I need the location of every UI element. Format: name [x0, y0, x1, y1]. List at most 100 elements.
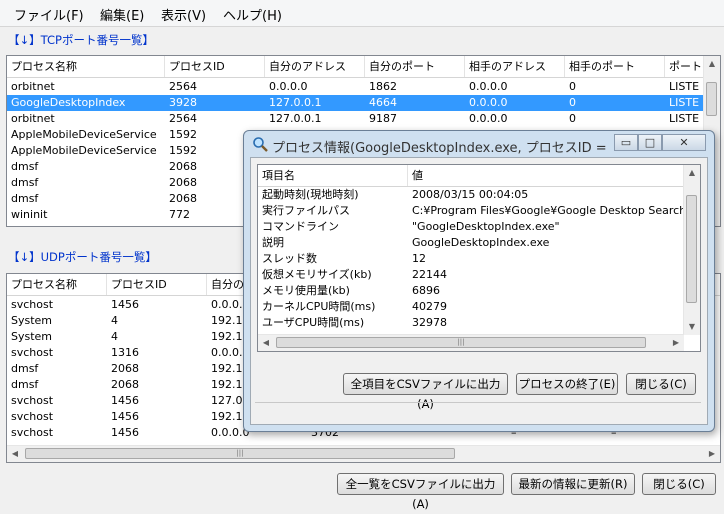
table-cell: 1456 [111, 394, 139, 407]
detail-hscroll-thumb[interactable]: ||| [276, 337, 646, 348]
table-cell: svchost [11, 410, 54, 423]
column-header[interactable]: 相手のポート [565, 56, 665, 77]
table-row[interactable]: カーネルCPU時間(ms) 40279 [258, 299, 684, 315]
column-header[interactable]: プロセスID [165, 56, 265, 77]
scroll-left-arrow-icon[interactable]: ◀ [7, 446, 23, 462]
column-header[interactable]: ポートの [665, 56, 704, 77]
status-bar [255, 402, 701, 421]
column-header[interactable]: プロセス名称 [7, 56, 165, 77]
scroll-up-arrow-icon[interactable]: ▲ [684, 165, 700, 181]
table-cell: dmsf [11, 192, 39, 205]
menu-view[interactable]: 表示(V) [161, 5, 206, 24]
table-cell: メモリ使用量(kb) [262, 284, 350, 297]
column-header[interactable]: プロセスID [107, 274, 207, 295]
detail-horizontal-scrollbar[interactable]: ◀ ||| ▶ [258, 334, 684, 351]
table-cell: AppleMobileDeviceService [11, 144, 157, 157]
table-cell: 12 [412, 252, 426, 265]
scroll-down-arrow-icon[interactable]: ▼ [684, 319, 700, 335]
table-cell: ユーザCPU時間(ms) [262, 316, 365, 329]
table-cell: 6896 [412, 284, 440, 297]
scroll-right-arrow-icon[interactable]: ▶ [704, 446, 720, 462]
tcp-list-header: プロセス名称 プロセスID 自分のアドレス 自分のポート 相手のアドレス 相手のポート ポー… [7, 56, 704, 78]
table-cell: dmsf [11, 378, 39, 391]
table-row[interactable]: ユーザCPU時間(ms) 32978 [258, 315, 684, 331]
table-row[interactable]: GoogleDesktopIndex 3928 127.0.0.1 4664 0.0.0… [7, 95, 704, 111]
table-cell: svchost [11, 394, 54, 407]
export-all-csv-button[interactable]: 全一覧をCSVファイルに出力(A) [337, 473, 504, 511]
table-cell: System [11, 330, 53, 343]
tcp-scroll-thumb[interactable] [706, 82, 717, 116]
table-cell: dmsf [11, 160, 39, 173]
table-cell: LISTE [669, 96, 700, 109]
table-cell: カーネルCPU時間(ms) [262, 300, 376, 313]
table-cell: svchost [11, 426, 54, 439]
table-row[interactable]: スレッド数 12 [258, 251, 684, 267]
dialog-close-button[interactable]: 閉じる(C) [626, 373, 696, 395]
table-cell: 0 [569, 96, 576, 109]
scroll-left-arrow-icon[interactable]: ◀ [258, 335, 274, 351]
scroll-up-arrow-icon[interactable]: ▲ [704, 56, 720, 72]
table-cell: 0.0.0.0 [269, 80, 308, 93]
process-detail-list[interactable]: 項目名値 起動時刻(現地時刻) 2008/03/15 00:04:05 実行ファイル… [257, 164, 701, 352]
table-row[interactable]: 仮想メモリサイズ(kb) 22144 [258, 267, 684, 283]
table-cell: コマンドライン [262, 220, 339, 233]
column-header[interactable]: 値 [408, 165, 684, 186]
dialog-client-area: 項目名値 起動時刻(現地時刻) 2008/03/15 00:04:05 実行ファイル… [250, 157, 708, 425]
table-row[interactable]: 説明 GoogleDesktopIndex.exe [258, 235, 684, 251]
column-header[interactable]: 自分のアドレス [265, 56, 365, 77]
table-cell: 1316 [111, 346, 139, 359]
minimize-icon[interactable]: ▭ [614, 134, 638, 151]
refresh-button[interactable]: 最新の情報に更新(R) [511, 473, 635, 495]
table-cell: 127.0.0.1 [269, 112, 322, 125]
table-cell: LISTE [669, 80, 700, 93]
table-cell: 22144 [412, 268, 447, 281]
table-cell: 起動時刻(現地時刻) [262, 188, 359, 201]
table-cell: 127.0.0.1 [269, 96, 322, 109]
column-header[interactable]: 自分のポート [365, 56, 465, 77]
magnifier-icon [253, 137, 268, 152]
udp-horizontal-scrollbar[interactable]: ◀ ||| ▶ [7, 445, 720, 462]
table-cell: 0.0.0.0 [469, 112, 508, 125]
table-cell: スレッド数 [262, 252, 317, 265]
kill-process-button[interactable]: プロセスの終了(E) [516, 373, 618, 395]
table-cell: 2564 [169, 112, 197, 125]
detail-vertical-scrollbar[interactable]: ▲ ▼ [683, 165, 700, 335]
table-cell: C:¥Program Files¥Google¥Google Desktop S… [412, 204, 684, 217]
column-header[interactable]: プロセス名称 [7, 274, 107, 295]
close-icon[interactable]: ✕ [662, 134, 706, 151]
table-row[interactable]: 起動時刻(現地時刻) 2008/03/15 00:04:05 [258, 187, 684, 203]
export-csv-button[interactable]: 全項目をCSVファイルに出力(A) [343, 373, 508, 411]
menu-bar: ファイル(F) 編集(E) 表示(V) ヘルプ(H) [0, 0, 724, 27]
table-cell: 32978 [412, 316, 447, 329]
column-header[interactable]: 相手のアドレス [465, 56, 565, 77]
table-cell: 仮想メモリサイズ(kb) [262, 268, 372, 281]
menu-edit[interactable]: 編集(E) [100, 5, 144, 24]
table-row[interactable]: 実行ファイルパス C:¥Program Files¥Google¥Google D… [258, 203, 684, 219]
maximize-icon[interactable]: □ [638, 134, 662, 151]
column-header[interactable]: 項目名 [258, 165, 408, 186]
table-row[interactable]: メモリ使用量(kb) 6896 [258, 283, 684, 299]
table-cell: AppleMobileDeviceService [11, 128, 157, 141]
table-cell: orbitnet [11, 112, 55, 125]
table-cell: 1456 [111, 410, 139, 423]
table-cell: LISTE [669, 112, 700, 125]
close-button[interactable]: 閉じる(C) [642, 473, 716, 495]
table-cell: 0 [569, 80, 576, 93]
udp-section-label: 【↓】UDPポート番号一覧】 [8, 250, 157, 264]
menu-file[interactable]: ファイル(F) [14, 5, 84, 24]
udp-scroll-thumb[interactable]: ||| [25, 448, 455, 459]
table-cell: 4 [111, 314, 118, 327]
table-cell: 0.0.0.0 [469, 96, 508, 109]
scroll-right-arrow-icon[interactable]: ▶ [668, 335, 684, 351]
process-info-dialog: プロセス情報(GoogleDesktopIndex.exe, プロセスID = … [243, 130, 715, 432]
table-cell: 4 [111, 330, 118, 343]
table-cell: GoogleDesktopIndex [11, 96, 126, 109]
table-row[interactable]: コマンドライン "GoogleDesktopIndex.exe" [258, 219, 684, 235]
table-row[interactable]: orbitnet 2564 0.0.0.0 1862 0.0.0.0 0 LISTE [7, 79, 704, 95]
table-row[interactable]: orbitnet 2564 127.0.0.1 9187 0.0.0.0 0 LISTE [7, 111, 704, 127]
table-cell: 2564 [169, 80, 197, 93]
table-cell: svchost [11, 298, 54, 311]
detail-vscroll-thumb[interactable] [686, 195, 697, 303]
menu-help[interactable]: ヘルプ(H) [223, 5, 282, 24]
table-cell: 40279 [412, 300, 447, 313]
